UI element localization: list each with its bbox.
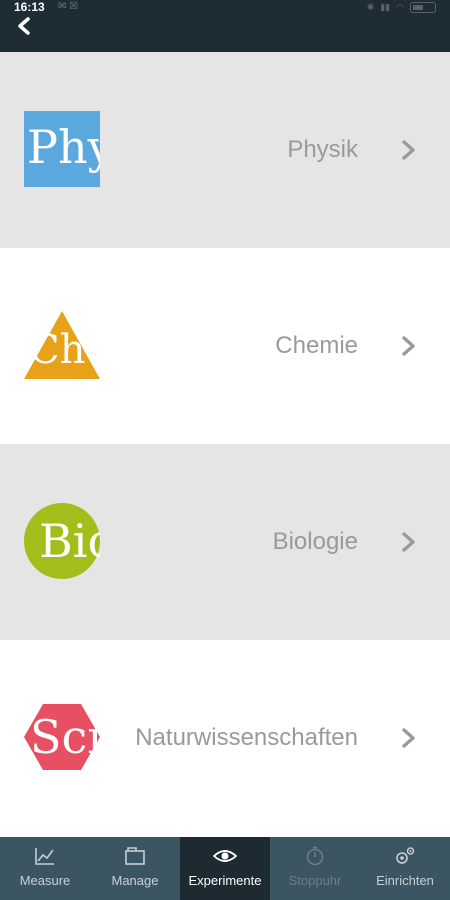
chevron-right-icon <box>402 140 415 160</box>
nav-label: Stoppuhr <box>288 873 342 888</box>
notification-icons: ✉ ☒ <box>58 1 79 12</box>
nav-label: Manage <box>111 873 159 888</box>
physik-logo: Phy <box>24 111 100 187</box>
subject-row-naturwissenschaften[interactable]: Sci Naturwissenschaften <box>0 640 450 836</box>
wifi-icon: ◠ <box>396 2 404 12</box>
chevron-right-icon <box>402 532 415 552</box>
chevron-right-icon <box>402 336 415 356</box>
nav-item-stoppuhr[interactable]: Stoppuhr <box>270 837 360 900</box>
subject-label: Biologie <box>272 528 358 555</box>
nav-item-manage[interactable]: Manage <box>90 837 180 900</box>
nav-label: Experimente <box>188 873 262 888</box>
subject-row-biologie[interactable]: Bio Biologie <box>0 444 450 640</box>
subject-label: Chemie <box>275 332 358 359</box>
subject-row-chemie[interactable]: Che Chemie <box>0 248 450 444</box>
back-button[interactable] <box>12 14 42 40</box>
naturwissenschaften-logo: Sci <box>24 699 100 775</box>
settings-icon <box>396 847 415 864</box>
nav-item-measure[interactable]: Measure <box>0 837 90 900</box>
nav-label: Einrichten <box>376 873 434 888</box>
app-bar: 16:13 ✉ ☒ ✱ ▮▮ ◠ <box>0 0 450 52</box>
biologie-logo: Bio <box>24 503 100 579</box>
chemie-logo: Che <box>24 307 100 383</box>
status-time: 16:13 <box>14 0 45 14</box>
nav-item-einrichten[interactable]: Einrichten <box>360 837 450 900</box>
signal-icon: ▮▮ <box>380 2 391 12</box>
eye-icon <box>213 850 237 862</box>
nav-item-experimente[interactable]: Experimente <box>180 837 270 900</box>
bluetooth-icon: ✱ <box>366 2 375 12</box>
battery-icon <box>410 1 436 13</box>
bottom-navigation: Measure Manage Experimente Stoppuhr Einr… <box>0 837 450 900</box>
subject-list: Phy Physik Che Chemie Bio Biologie <box>0 52 450 836</box>
chart-icon <box>35 848 54 865</box>
subject-label: Physik <box>287 136 358 163</box>
stopwatch-icon <box>306 846 324 866</box>
folder-icon <box>125 847 145 865</box>
system-status-icons: ✱ ▮▮ ◠ <box>367 0 436 14</box>
chevron-left-icon <box>18 17 30 35</box>
nav-label: Measure <box>19 873 71 888</box>
subject-row-physik[interactable]: Phy Physik <box>0 52 450 248</box>
chevron-right-icon <box>402 728 415 748</box>
subject-label: Naturwissenschaften <box>135 724 358 751</box>
